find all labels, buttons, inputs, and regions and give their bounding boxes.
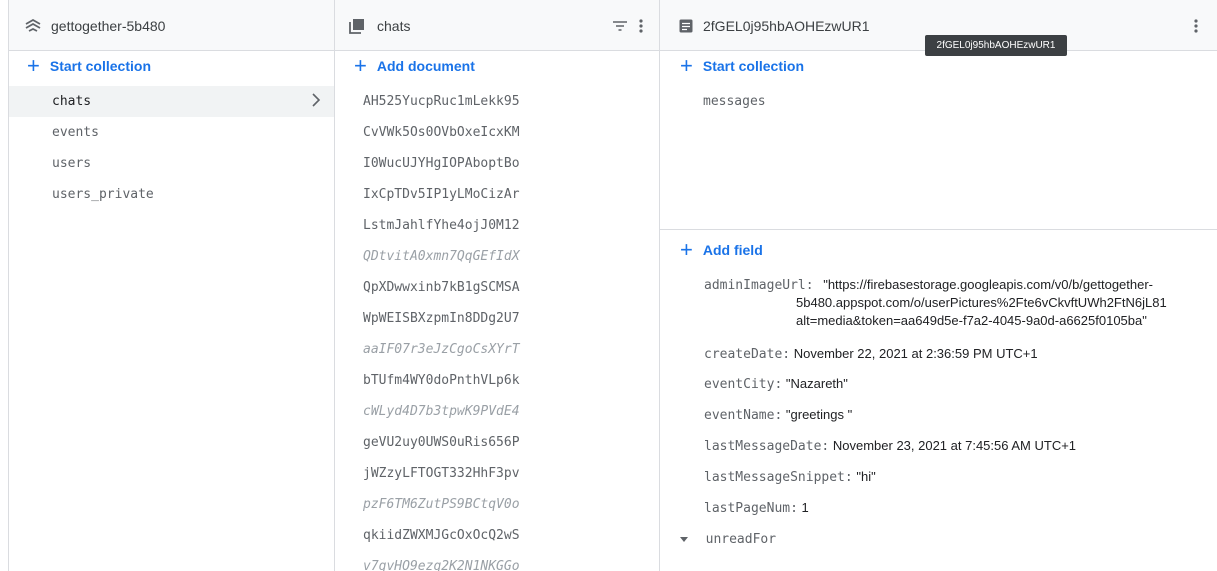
field-value: "greetings "	[785, 407, 853, 422]
field-key: eventName:	[704, 408, 783, 423]
project-header: gettogether-5b480	[9, 0, 334, 51]
collection-item-label: chats	[52, 94, 92, 109]
field-last-page-num[interactable]: lastPageNum: 1	[704, 500, 809, 517]
field-key: unreadFor	[705, 532, 777, 547]
document-item-missing[interactable]: pzF6TM6ZutPS9BCtqV0o	[363, 497, 520, 517]
document-id-tooltip: 2fGEL0j95hbAOHEzwUR1	[925, 35, 1067, 56]
collection-item-label: users_private	[52, 187, 154, 202]
document-item[interactable]: bTUfm4WY0doPnthVLp6k	[363, 373, 520, 393]
field-key: createDate:	[704, 347, 791, 362]
collection-item-label: users	[52, 156, 92, 171]
field-value: November 23, 2021 at 7:45:56 AM UTC+1	[832, 438, 1077, 453]
plus-icon: +	[27, 53, 40, 78]
document-item[interactable]: QpXDwwxinb7kB1gSCMSA	[363, 280, 520, 300]
start-collection-label: Start collection	[702, 58, 804, 74]
field-key: eventCity:	[704, 377, 783, 392]
field-value-line: alt=media&token=aa649d5e-f7a2-4045-9a0d-…	[796, 313, 1147, 328]
document-title: 2fGEL0j95hbAOHEzwUR1	[703, 18, 870, 34]
document-item[interactable]: geVU2uy0UWS0uRis656P	[363, 435, 520, 455]
document-item[interactable]: WpWEISBXzpmIn8DDg2U7	[363, 311, 520, 331]
document-item[interactable]: LstmJahlfYhe4ojJ0M12	[363, 218, 520, 238]
document-item[interactable]: CvVWk5Os0OVbOxeIcxKM	[363, 125, 520, 145]
collection-header: chats	[335, 0, 659, 51]
section-divider	[660, 229, 1217, 230]
add-document-label: Add document	[376, 58, 475, 74]
more-vert-icon[interactable]	[1188, 18, 1204, 34]
collection-icon	[349, 19, 364, 34]
project-name: gettogether-5b480	[51, 18, 166, 34]
plus-icon: +	[680, 237, 693, 262]
collection-title: chats	[377, 18, 411, 34]
field-key: adminImageUrl:	[704, 278, 814, 293]
field-value: "Nazareth"	[785, 376, 848, 391]
add-field-button[interactable]: + Add field	[680, 237, 763, 262]
collection-item-chats[interactable]: chats	[9, 86, 334, 117]
collections-panel: gettogether-5b480 + Start collection cha…	[9, 0, 335, 571]
field-event-city[interactable]: eventCity: "Nazareth"	[704, 376, 848, 393]
document-panel: 2fGEL0j95hbAOHEzwUR1 + Start collection …	[660, 0, 1217, 571]
collection-item-events[interactable]: events	[9, 117, 334, 148]
start-collection-button[interactable]: + Start collection	[27, 53, 151, 78]
firestore-icon	[25, 18, 41, 32]
plus-icon: +	[680, 53, 693, 78]
field-value: 1	[801, 500, 809, 515]
document-item[interactable]: jWZzyLFTOGT332HhF3pv	[363, 466, 520, 486]
field-key: lastPageNum:	[704, 501, 798, 516]
field-event-name[interactable]: eventName: "greetings "	[704, 407, 852, 424]
document-item[interactable]: AH525YucpRuc1mLekk95	[363, 94, 520, 114]
document-item-missing[interactable]: aaIF07r3eJzCgoCsXYrT	[363, 342, 520, 362]
add-document-button[interactable]: + Add document	[354, 53, 475, 78]
plus-icon: +	[354, 53, 367, 78]
field-admin-image-url[interactable]: adminImageUrl: "https://firebasestorage.…	[704, 277, 1153, 294]
subcollection-item-messages[interactable]: messages	[703, 94, 766, 109]
collection-item-users[interactable]: users	[9, 148, 334, 179]
more-vert-icon[interactable]	[633, 18, 649, 34]
document-item-missing[interactable]: v7gvHO9ezg2K2N1NKGGo	[363, 559, 520, 571]
field-key: lastMessageDate:	[704, 439, 830, 454]
chevron-right-icon	[312, 93, 321, 107]
collection-item-label: events	[52, 125, 99, 140]
document-item[interactable]: qkiidZWXMJGcOxOcQ2wS	[363, 528, 520, 548]
field-value: November 22, 2021 at 2:36:59 PM UTC+1	[793, 346, 1038, 361]
field-last-message-snippet[interactable]: lastMessageSnippet: "hi"	[704, 469, 876, 486]
collection-item-users-private[interactable]: users_private	[9, 179, 334, 210]
caret-down-icon[interactable]	[680, 537, 688, 543]
document-item[interactable]: IxCpTDv5IP1yLMoCizAr	[363, 187, 520, 207]
documents-panel: chats + Add document AH525YucpRuc1mLekk9…	[335, 0, 660, 571]
start-collection-label: Start collection	[49, 58, 151, 74]
field-create-date[interactable]: createDate: November 22, 2021 at 2:36:59…	[704, 346, 1038, 363]
document-item-missing[interactable]: cWLyd4D7b3tpwK9PVdE4	[363, 404, 520, 424]
add-field-label: Add field	[702, 242, 763, 258]
field-value-line: 5b480.appspot.com/o/userPictures%2Fte6vC…	[796, 295, 1167, 310]
document-item[interactable]: I0WucUJYHgIOPAboptBo	[363, 156, 520, 176]
field-last-message-date[interactable]: lastMessageDate: November 23, 2021 at 7:…	[704, 438, 1076, 455]
field-unread-for[interactable]: unreadFor	[680, 531, 776, 548]
left-edge	[0, 0, 9, 571]
field-key: lastMessageSnippet:	[704, 470, 853, 485]
document-icon	[679, 19, 693, 33]
document-item-missing[interactable]: QDtvitA0xmn7QqGEfIdX	[363, 249, 520, 269]
start-subcollection-button[interactable]: + Start collection	[680, 53, 804, 78]
field-value: "hi"	[856, 469, 876, 484]
filter-icon[interactable]	[612, 18, 628, 34]
field-value: "https://firebasestorage.googleapis.com/…	[823, 277, 1154, 292]
